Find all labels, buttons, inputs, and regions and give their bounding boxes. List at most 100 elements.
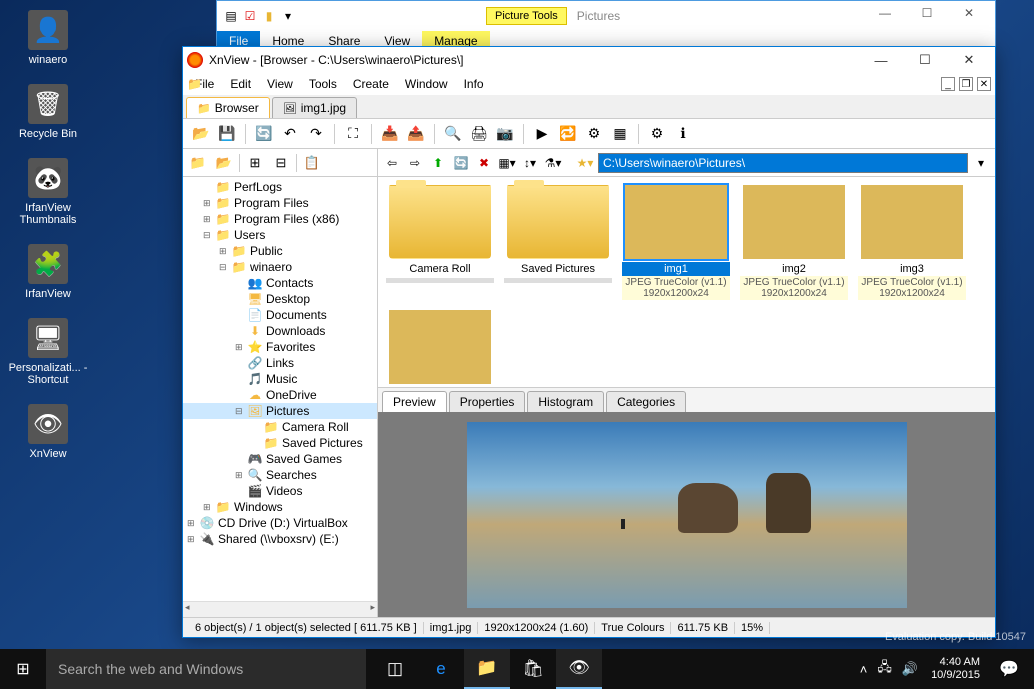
tree-node-music[interactable]: 🎵Music <box>183 371 377 387</box>
network-icon[interactable]: 🖧 <box>872 658 897 680</box>
thumb-img4[interactable]: img4 <box>386 310 494 387</box>
tree-node-cd-drive-d-virtualbox[interactable]: ⊞💿CD Drive (D:) VirtualBox <box>183 515 377 531</box>
tree-node-winaero[interactable]: ⊟📁winaero <box>183 259 377 275</box>
edge-taskbar-icon[interactable]: e <box>418 649 464 689</box>
tree-node-links[interactable]: 🔗Links <box>183 355 377 371</box>
nav-back-button[interactable]: ⇦ <box>382 153 402 173</box>
thumb-img1[interactable]: img1JPEG TrueColor (v1.1)1920x1200x24 <box>622 185 730 300</box>
expand-toggle[interactable]: ⊟ <box>235 406 247 417</box>
folder-tree[interactable]: 📁PerfLogs⊞📁Program Files⊞📁Program Files … <box>183 177 377 601</box>
tree-node-downloads[interactable]: ⬇Downloads <box>183 323 377 339</box>
tree-node-videos[interactable]: 🎬Videos <box>183 483 377 499</box>
minimize-button[interactable]: — <box>865 6 905 26</box>
expand-toggle[interactable]: ⊟ <box>219 262 231 273</box>
close-button[interactable]: ✕ <box>949 6 989 26</box>
favorites-button[interactable]: ★▾ <box>575 153 595 173</box>
desktop-icon-personalizati-shortcut[interactable]: 🖥Personalizati... - Shortcut <box>8 318 88 386</box>
menu-create[interactable]: Create <box>345 75 397 93</box>
tree-node-documents[interactable]: 📄Documents <box>183 307 377 323</box>
thumb-img3[interactable]: img3JPEG TrueColor (v1.1)1920x1200x24 <box>858 185 966 300</box>
address-dropdown-button[interactable]: ▾ <box>971 153 991 173</box>
save-button[interactable]: 💾 <box>215 122 239 146</box>
preview-tab-preview[interactable]: Preview <box>382 391 447 412</box>
volume-icon[interactable]: 🔊 <box>897 661 923 677</box>
about-button[interactable]: ℹ <box>671 122 695 146</box>
thumbnails-pane[interactable]: Camera RollSaved Picturesimg1JPEG TrueCo… <box>378 177 995 387</box>
import-button[interactable]: 📥 <box>378 122 402 146</box>
expand-toggle[interactable]: ⊞ <box>203 502 215 513</box>
tree-collapse-button[interactable]: ⊟ <box>270 152 292 174</box>
undo-button[interactable]: ↶ <box>278 122 302 146</box>
tree-node-windows[interactable]: ⊞📁Windows <box>183 499 377 515</box>
tree-node-camera-roll[interactable]: 📁Camera Roll <box>183 419 377 435</box>
nav-up-button[interactable]: ⬆ <box>428 153 448 173</box>
tree-up-button[interactable]: 📂 <box>213 152 235 174</box>
xnview-taskbar-icon[interactable]: 👁 <box>556 649 602 689</box>
scan-button[interactable]: 📷 <box>493 122 517 146</box>
expand-toggle[interactable]: ⊞ <box>203 198 215 209</box>
redo-button[interactable]: ↷ <box>304 122 328 146</box>
menu-tools[interactable]: Tools <box>301 75 345 93</box>
desktop-icon-irfanview[interactable]: 🧩IrfanView <box>8 244 88 300</box>
mdi-close-button[interactable]: ✕ <box>977 77 991 91</box>
tree-node-pictures[interactable]: ⊟🖼Pictures <box>183 403 377 419</box>
tree-node-program-files[interactable]: ⊞📁Program Files <box>183 195 377 211</box>
dropdown-icon[interactable]: ▾ <box>280 8 296 24</box>
tree-node-program-files-x86-[interactable]: ⊞📁Program Files (x86) <box>183 211 377 227</box>
properties-icon[interactable]: ☑ <box>242 8 258 24</box>
expand-toggle[interactable]: ⊞ <box>203 214 215 225</box>
desktop-icon-xnview[interactable]: 👁XnView <box>8 404 88 460</box>
address-input[interactable] <box>598 153 968 173</box>
taskbar-clock[interactable]: 4:40 AM 10/9/2015 <box>923 656 988 682</box>
tree-node-favorites[interactable]: ⊞⭐Favorites <box>183 339 377 355</box>
nav-forward-button[interactable]: ⇨ <box>405 153 425 173</box>
expand-toggle[interactable]: ⊞ <box>219 246 231 257</box>
tree-node-desktop[interactable]: 🖥Desktop <box>183 291 377 307</box>
minimize-button[interactable]: — <box>859 49 903 71</box>
start-button[interactable]: ⊞ <box>0 649 46 689</box>
menu-edit[interactable]: Edit <box>222 75 259 93</box>
thumb-saved-pictures[interactable]: Saved Pictures <box>504 185 612 300</box>
store-taskbar-icon[interactable]: 🛍 <box>510 649 556 689</box>
preview-image-area[interactable] <box>378 412 995 617</box>
mdi-minimize-button[interactable]: _ <box>941 77 955 91</box>
fullscreen-button[interactable]: ⛶ <box>341 122 365 146</box>
thumb-camera-roll[interactable]: Camera Roll <box>386 185 494 300</box>
doc-tab-img1-jpg[interactable]: 🖼img1.jpg <box>272 97 357 118</box>
tray-overflow-button[interactable]: ˄ <box>855 662 873 677</box>
action-center-button[interactable]: 💬 <box>988 649 1030 689</box>
tree-node-contacts[interactable]: 👥Contacts <box>183 275 377 291</box>
preview-tab-properties[interactable]: Properties <box>449 391 526 412</box>
task-view-button[interactable]: ◫ <box>372 649 418 689</box>
maximize-button[interactable]: ☐ <box>907 6 947 26</box>
nav-stop-button[interactable]: ✖ <box>474 153 494 173</box>
tree-expand-button[interactable]: ⊞ <box>244 152 266 174</box>
doc-tab-browser[interactable]: 📁Browser <box>186 97 270 118</box>
mdi-restore-button[interactable]: ❐ <box>959 77 973 91</box>
menu-view[interactable]: View <box>259 75 301 93</box>
desktop-icon-irfanview-thumbnails[interactable]: 🐼IrfanView Thumbnails <box>8 158 88 226</box>
expand-toggle[interactable]: ⊞ <box>187 534 199 545</box>
menu-info[interactable]: Info <box>456 75 492 93</box>
desktop-icon-recycle-bin[interactable]: 🗑Recycle Bin <box>8 84 88 140</box>
expand-toggle[interactable]: ⊞ <box>235 470 247 481</box>
expand-toggle[interactable]: ⊟ <box>203 230 215 241</box>
tree-node-saved-pictures[interactable]: 📁Saved Pictures <box>183 435 377 451</box>
maximize-button[interactable]: ☐ <box>903 49 947 71</box>
menu-window[interactable]: Window <box>397 75 456 93</box>
tree-node-perflogs[interactable]: 📁PerfLogs <box>183 179 377 195</box>
tree-node-saved-games[interactable]: 🎮Saved Games <box>183 451 377 467</box>
tree-copy-button[interactable]: 📋 <box>301 152 323 174</box>
view-mode-button[interactable]: ▦▾ <box>497 153 517 173</box>
taskbar-search-input[interactable]: Search the web and Windows <box>46 649 366 689</box>
close-button[interactable]: ✕ <box>947 49 991 71</box>
batch-button[interactable]: ⚙ <box>582 122 606 146</box>
tree-node-searches[interactable]: ⊞🔍Searches <box>183 467 377 483</box>
grid-button[interactable]: ▦ <box>608 122 632 146</box>
desktop-icon-winaero[interactable]: 👤winaero <box>8 10 88 66</box>
sort-button[interactable]: ↕▾ <box>520 153 540 173</box>
tree-node-shared-vboxsrv-e-[interactable]: ⊞🔌Shared (\\vboxsrv) (E:) <box>183 531 377 547</box>
tree-node-public[interactable]: ⊞📁Public <box>183 243 377 259</box>
preview-tab-categories[interactable]: Categories <box>606 391 686 412</box>
refresh-button[interactable]: 🔄 <box>252 122 276 146</box>
